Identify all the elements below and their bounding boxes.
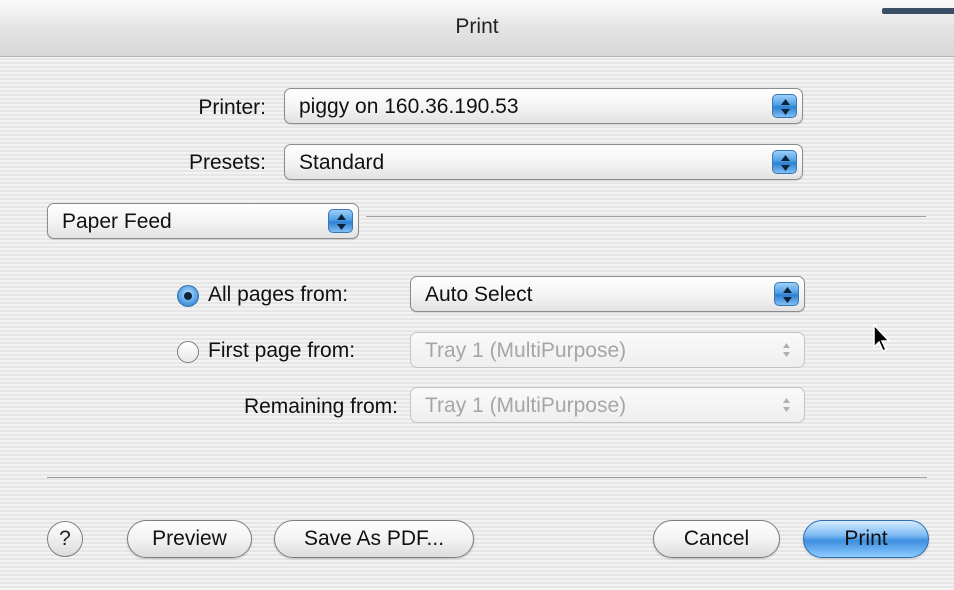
all-pages-popup[interactable]: Auto Select — [410, 276, 805, 312]
up-down-arrows-icon — [774, 338, 799, 362]
print-dialog: Print Printer: piggy on 160.36.190.53 Pr… — [0, 0, 954, 590]
mouse-pointer-icon — [872, 323, 892, 359]
all-pages-value: Auto Select — [425, 283, 533, 306]
bottom-divider — [47, 477, 927, 478]
printer-popup[interactable]: piggy on 160.36.190.53 — [284, 88, 803, 124]
window-title: Print — [455, 15, 499, 38]
first-page-value: Tray 1 (MultiPurpose) — [425, 339, 627, 362]
up-down-arrows-icon — [772, 150, 797, 174]
presets-value: Standard — [299, 151, 385, 174]
up-down-arrows-icon — [774, 393, 799, 417]
title-bar-accent — [882, 8, 954, 14]
radio-dot — [184, 292, 192, 300]
title-bar[interactable]: Print — [0, 0, 954, 57]
presets-popup[interactable]: Standard — [284, 144, 803, 180]
printer-value: piggy on 160.36.190.53 — [299, 95, 519, 118]
panel-value: Paper Feed — [62, 210, 172, 233]
panel-divider — [366, 216, 926, 217]
up-down-arrows-icon — [772, 94, 797, 118]
panel-popup[interactable]: Paper Feed — [47, 203, 359, 239]
all-pages-radio[interactable] — [177, 285, 199, 307]
first-page-popup[interactable]: Tray 1 (MultiPurpose) — [410, 332, 805, 368]
up-down-arrows-icon — [328, 209, 353, 233]
remaining-label: Remaining from: — [243, 395, 398, 418]
remaining-popup[interactable]: Tray 1 (MultiPurpose) — [410, 387, 805, 423]
help-button[interactable]: ? — [47, 521, 83, 557]
save-as-pdf-button[interactable]: Save As PDF... — [274, 520, 474, 558]
cancel-button[interactable]: Cancel — [653, 520, 780, 558]
first-page-radio[interactable] — [177, 341, 199, 363]
first-page-label[interactable]: First page from: — [208, 339, 355, 363]
up-down-arrows-icon — [774, 282, 799, 306]
printer-label: Printer: — [198, 96, 266, 119]
preview-button[interactable]: Preview — [127, 520, 252, 558]
all-pages-label[interactable]: All pages from: — [208, 283, 348, 307]
remaining-value: Tray 1 (MultiPurpose) — [425, 394, 627, 417]
presets-label: Presets: — [188, 151, 266, 174]
print-button[interactable]: Print — [803, 520, 929, 558]
